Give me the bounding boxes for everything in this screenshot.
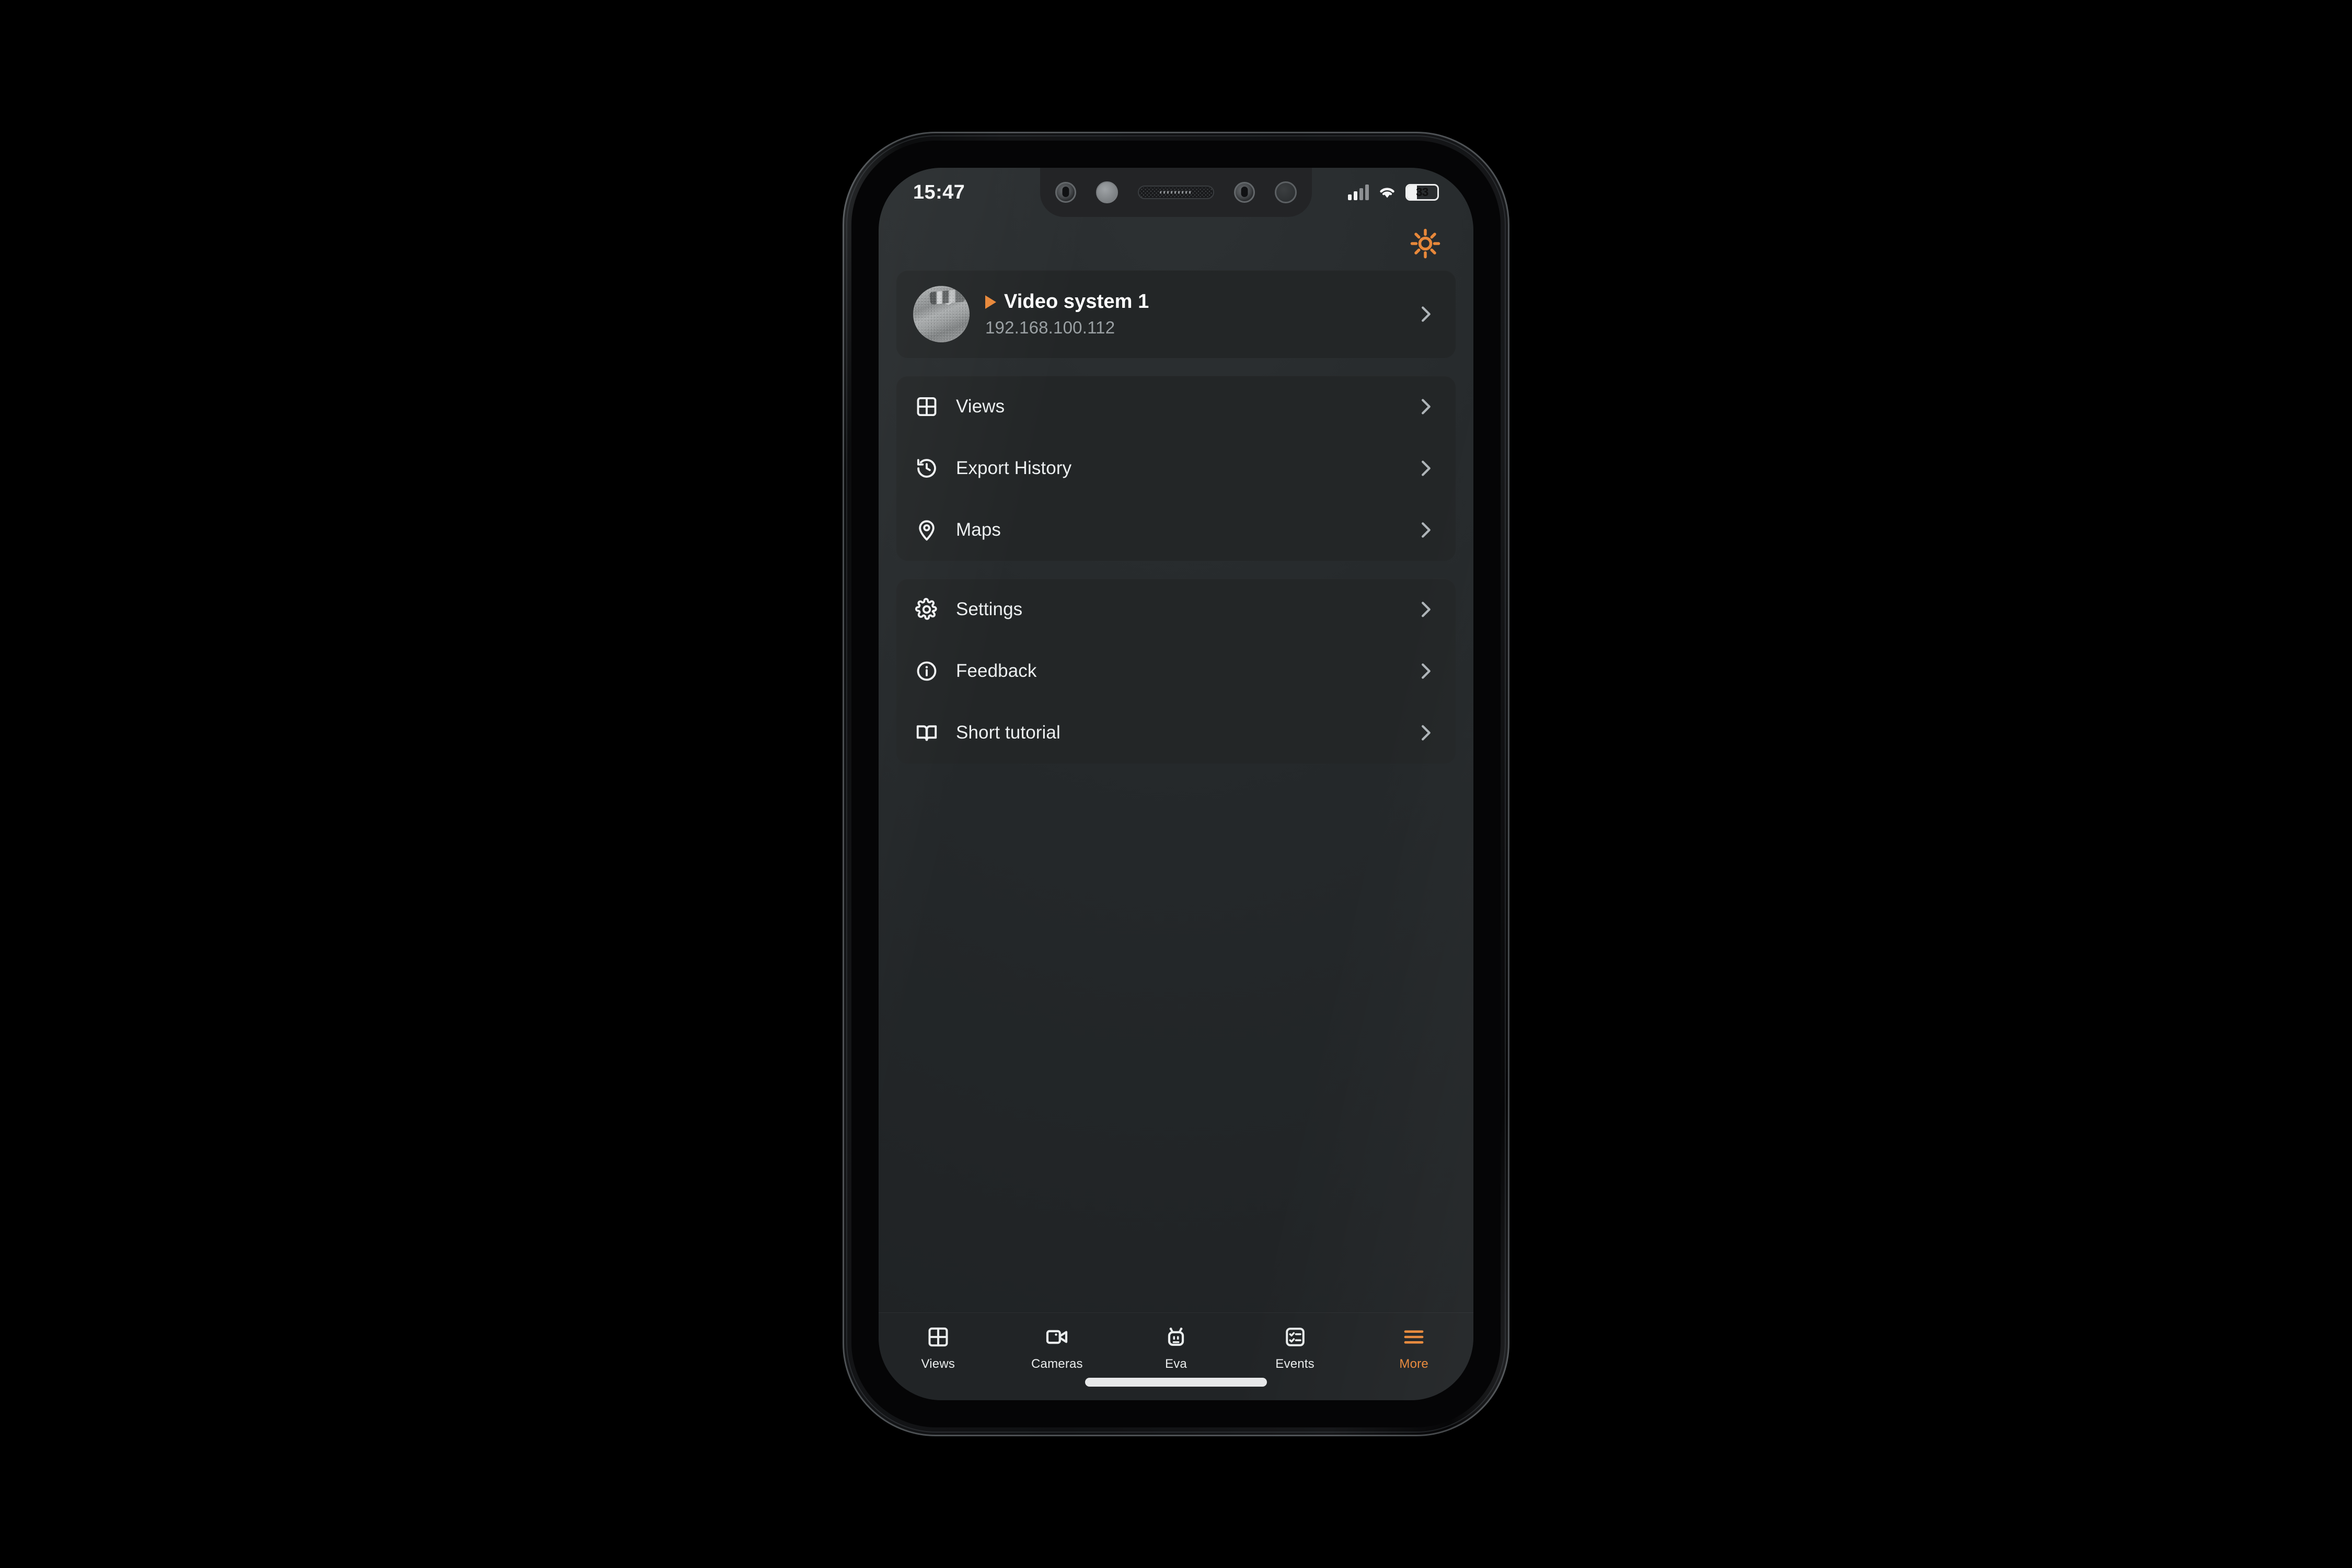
- open-book-icon: [913, 719, 940, 746]
- robot-face-icon: [1164, 1323, 1188, 1351]
- hamburger-menu-icon: [1402, 1323, 1426, 1351]
- chevron-right-icon: [1414, 302, 1438, 326]
- video-system-card[interactable]: Video system 1 192.168.100.112: [896, 270, 1456, 358]
- earpiece-speaker-icon: [1138, 186, 1214, 199]
- video-system-title: Video system 1: [1004, 291, 1149, 313]
- video-system-ip: 192.168.100.112: [985, 318, 1115, 337]
- tab-eva[interactable]: Eva: [1129, 1323, 1223, 1371]
- video-system-title-line: Video system 1: [985, 291, 1398, 313]
- menu-group-primary: Views Export History Maps: [896, 376, 1456, 561]
- wifi-icon: [1378, 185, 1397, 200]
- checklist-icon: [1284, 1323, 1307, 1351]
- gear-icon: [913, 596, 940, 623]
- menu-item-label: Settings: [956, 599, 1023, 619]
- app-top-bar: [879, 217, 1473, 270]
- status-bar-time: 15:47: [913, 181, 965, 203]
- menu-item-feedback[interactable]: Feedback: [896, 640, 1456, 702]
- tab-label: Events: [1275, 1357, 1315, 1371]
- grid-views-icon: [927, 1323, 950, 1351]
- front-camera-secondary-icon: [1234, 182, 1255, 203]
- chevron-right-icon: [1414, 395, 1438, 419]
- menu-item-maps[interactable]: Maps: [896, 499, 1456, 561]
- battery-icon: 33: [1405, 184, 1439, 201]
- camera-thumbnail-avatar: [913, 286, 970, 342]
- play-triangle-icon: [985, 295, 996, 309]
- tab-label: Views: [921, 1357, 955, 1371]
- bottom-tab-bar: Views Cameras Eva Events More: [879, 1312, 1473, 1400]
- menu-item-label: Export History: [956, 458, 1072, 478]
- more-menu-content: Video system 1 192.168.100.112 Views Exp…: [879, 270, 1473, 1312]
- menu-item-label: Views: [956, 396, 1005, 417]
- battery-fill: [1407, 186, 1417, 199]
- grid-views-icon: [913, 393, 940, 420]
- tab-cameras[interactable]: Cameras: [1010, 1323, 1104, 1371]
- phone-device-frame: 15:47 33 Video system 1 192.168.100.112 …: [843, 132, 1509, 1436]
- video-system-text: Video system 1 192.168.100.112: [985, 291, 1398, 338]
- menu-item-settings[interactable]: Settings: [896, 579, 1456, 640]
- app-root: Video system 1 192.168.100.112 Views Exp…: [879, 217, 1473, 1400]
- battery-percent-label: 33: [1416, 186, 1428, 199]
- menu-item-label: Short tutorial: [956, 722, 1060, 743]
- status-bar-indicators: 33: [1348, 184, 1439, 201]
- cellular-signal-icon: [1348, 185, 1369, 200]
- chevron-right-icon: [1414, 721, 1438, 745]
- chevron-right-icon: [1414, 659, 1438, 683]
- tab-more[interactable]: More: [1367, 1323, 1461, 1371]
- menu-item-label: Maps: [956, 520, 1001, 540]
- ambient-light-sensor-icon: [1275, 181, 1297, 203]
- menu-item-label: Feedback: [956, 661, 1037, 681]
- menu-item-export-history[interactable]: Export History: [896, 437, 1456, 499]
- tab-label: Cameras: [1031, 1357, 1083, 1371]
- info-circle-icon: [913, 658, 940, 685]
- video-camera-icon: [1045, 1323, 1069, 1351]
- tab-views[interactable]: Views: [891, 1323, 985, 1371]
- tab-events[interactable]: Events: [1248, 1323, 1342, 1371]
- screenshot-stage: 15:47 33 Video system 1 192.168.100.112 …: [0, 0, 2352, 1568]
- chevron-right-icon: [1414, 456, 1438, 480]
- chevron-right-icon: [1414, 597, 1438, 621]
- history-clock-icon: [913, 455, 940, 482]
- brightness-sun-icon[interactable]: [1406, 225, 1444, 262]
- map-pin-icon: [913, 516, 940, 544]
- menu-group-secondary: Settings Feedback Short tutorial: [896, 579, 1456, 764]
- front-camera-icon: [1055, 182, 1076, 203]
- display-notch: [1040, 168, 1312, 217]
- phone-screen: 15:47 33 Video system 1 192.168.100.112 …: [879, 168, 1473, 1400]
- tab-label: More: [1399, 1357, 1428, 1371]
- video-system-row[interactable]: Video system 1 192.168.100.112: [896, 270, 1456, 358]
- menu-item-short-tutorial[interactable]: Short tutorial: [896, 702, 1456, 764]
- proximity-sensor-icon: [1096, 181, 1118, 203]
- chevron-right-icon: [1414, 518, 1438, 542]
- home-indicator-bar[interactable]: [1085, 1378, 1267, 1387]
- tab-label: Eva: [1165, 1357, 1187, 1371]
- menu-item-views[interactable]: Views: [896, 376, 1456, 437]
